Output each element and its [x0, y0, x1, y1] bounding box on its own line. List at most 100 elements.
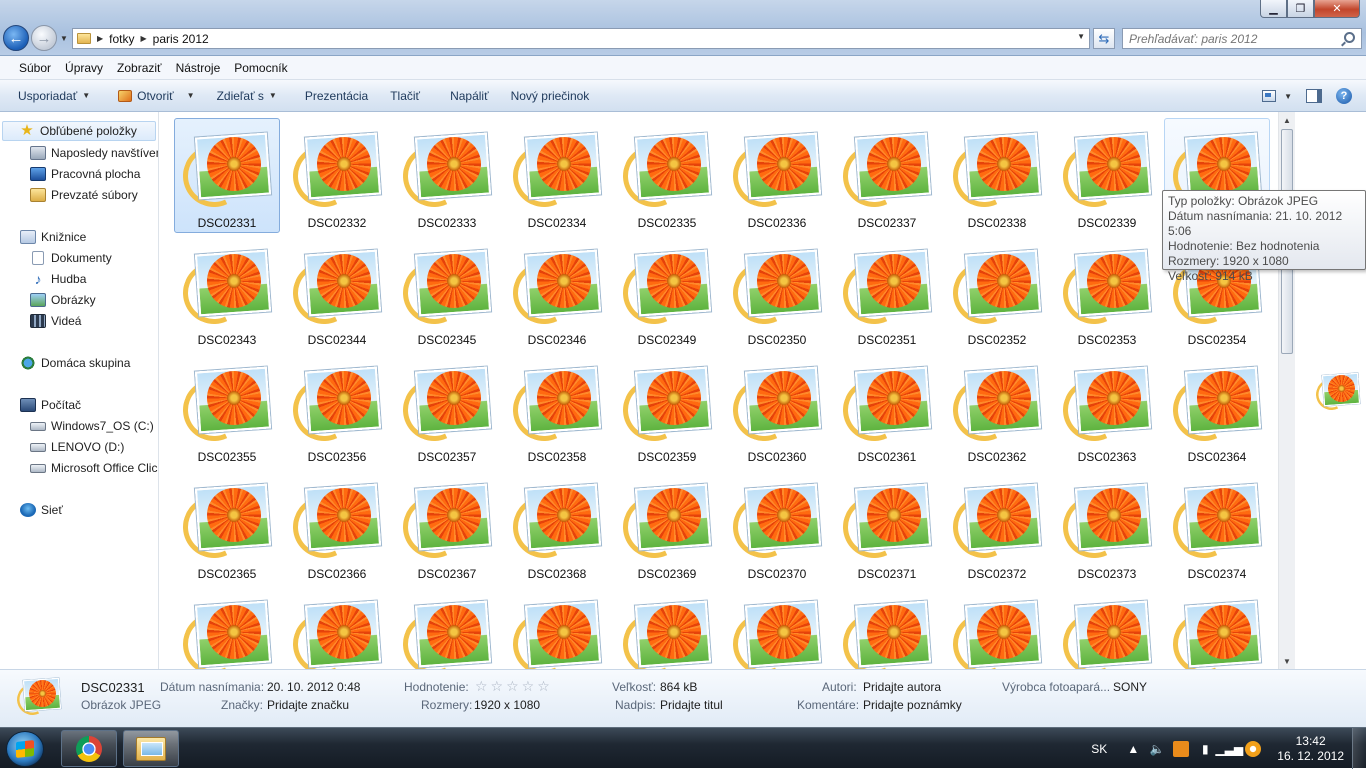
- file-item[interactable]: [394, 586, 500, 669]
- file-item[interactable]: DSC02374: [1164, 469, 1270, 584]
- taskbar-chrome[interactable]: [61, 730, 117, 767]
- recent-pages-dropdown[interactable]: ▼: [60, 34, 68, 43]
- camera-maker-value[interactable]: SONY: [1113, 680, 1147, 694]
- breadcrumb-paris-2012[interactable]: paris 2012: [153, 32, 209, 46]
- nav-downloads[interactable]: Prevzaté súbory: [30, 185, 138, 205]
- clock[interactable]: 13:42 16. 12. 2012: [1277, 734, 1344, 764]
- file-item[interactable]: [284, 586, 390, 669]
- breadcrumb-fotky[interactable]: fotky: [109, 32, 134, 46]
- nav-homegroup[interactable]: Domáca skupina: [20, 353, 130, 373]
- taskbar-explorer[interactable]: [123, 730, 179, 767]
- file-item[interactable]: DSC02355: [174, 352, 280, 467]
- nav-pictures[interactable]: Obrázky: [30, 290, 96, 310]
- scroll-down-icon[interactable]: ▼: [1279, 653, 1295, 669]
- open-button[interactable]: Otvoriť ▼: [110, 80, 202, 111]
- app-tray-icon[interactable]: [1173, 740, 1190, 757]
- file-item[interactable]: DSC02373: [1054, 469, 1160, 584]
- authors-value[interactable]: Pridajte autora: [863, 680, 941, 694]
- nav-favorites[interactable]: ★ Obľúbené položky: [2, 121, 156, 141]
- nav-music[interactable]: ♪ Hudba: [30, 269, 87, 289]
- volume-icon[interactable]: 🔈: [1149, 741, 1165, 757]
- organize-button[interactable]: Usporiadať ▼: [10, 80, 98, 111]
- file-item[interactable]: DSC02346: [504, 235, 610, 350]
- file-item[interactable]: [504, 586, 610, 669]
- file-item[interactable]: DSC02364: [1164, 352, 1270, 467]
- language-indicator[interactable]: SK: [1091, 742, 1107, 756]
- file-item[interactable]: DSC02349: [614, 235, 720, 350]
- show-desktop-button[interactable]: [1352, 728, 1366, 769]
- file-item[interactable]: DSC02339: [1054, 118, 1160, 233]
- file-item[interactable]: DSC02333: [394, 118, 500, 233]
- file-item[interactable]: DSC02366: [284, 469, 390, 584]
- file-item[interactable]: DSC02368: [504, 469, 610, 584]
- tags-value[interactable]: Pridajte značku: [267, 698, 349, 712]
- file-item[interactable]: DSC02344: [284, 235, 390, 350]
- menu-file[interactable]: Súbor: [12, 61, 58, 75]
- file-item[interactable]: [174, 586, 280, 669]
- file-item[interactable]: [724, 586, 830, 669]
- file-item[interactable]: [614, 586, 720, 669]
- print-button[interactable]: Tlačiť: [382, 80, 428, 111]
- start-button[interactable]: [6, 731, 44, 767]
- power-icon[interactable]: ▮: [1197, 741, 1213, 757]
- chevron-right-icon[interactable]: ▶: [141, 34, 147, 43]
- refresh-button[interactable]: ⇆: [1093, 28, 1115, 49]
- file-item[interactable]: [1164, 586, 1270, 669]
- file-item[interactable]: DSC02350: [724, 235, 830, 350]
- file-item[interactable]: DSC02351: [834, 235, 940, 350]
- slideshow-button[interactable]: Prezentácia: [297, 80, 376, 111]
- file-item[interactable]: DSC02362: [944, 352, 1050, 467]
- file-item[interactable]: DSC02358: [504, 352, 610, 467]
- new-folder-button[interactable]: Nový priečinok: [503, 80, 598, 111]
- file-item[interactable]: [834, 586, 940, 669]
- menu-help[interactable]: Pomocník: [227, 61, 294, 75]
- minimize-button[interactable]: ▁: [1260, 0, 1287, 18]
- file-item[interactable]: DSC02359: [614, 352, 720, 467]
- file-item[interactable]: DSC02345: [394, 235, 500, 350]
- signal-bars-icon[interactable]: ▁▃▅: [1215, 741, 1243, 757]
- burn-button[interactable]: Napáliť: [442, 80, 497, 111]
- menu-edit[interactable]: Úpravy: [58, 61, 110, 75]
- file-item[interactable]: DSC02357: [394, 352, 500, 467]
- file-item[interactable]: [1054, 586, 1160, 669]
- forward-button[interactable]: →: [31, 25, 57, 51]
- back-button[interactable]: ←: [3, 25, 29, 51]
- menu-tools[interactable]: Nástroje: [169, 61, 228, 75]
- comments-value[interactable]: Pridajte poznámky: [863, 698, 962, 712]
- address-dropdown-icon[interactable]: ▼: [1077, 32, 1085, 41]
- nav-videos[interactable]: Videá: [30, 311, 81, 331]
- file-item[interactable]: DSC02338: [944, 118, 1050, 233]
- search-box[interactable]: [1122, 28, 1362, 49]
- file-item[interactable]: DSC02352: [944, 235, 1050, 350]
- file-item[interactable]: DSC02370: [724, 469, 830, 584]
- scroll-up-icon[interactable]: ▲: [1279, 112, 1295, 128]
- close-button[interactable]: ✕: [1314, 0, 1360, 18]
- nav-drive-office[interactable]: Microsoft Office Click-to-Run: [30, 458, 158, 478]
- file-item[interactable]: DSC02331: [174, 118, 280, 233]
- file-item[interactable]: DSC02361: [834, 352, 940, 467]
- nav-libraries[interactable]: Knižnice: [20, 227, 86, 247]
- menu-view[interactable]: Zobraziť: [110, 61, 169, 75]
- show-hidden-icons-icon[interactable]: ▲: [1125, 741, 1141, 757]
- search-icon[interactable]: [1344, 32, 1355, 43]
- maximize-button[interactable]: ❐: [1287, 0, 1314, 18]
- rating-stars-icon[interactable]: ☆☆☆☆☆: [475, 678, 553, 695]
- search-input[interactable]: [1123, 31, 1333, 46]
- file-item[interactable]: DSC02372: [944, 469, 1050, 584]
- file-item[interactable]: DSC02367: [394, 469, 500, 584]
- update-icon[interactable]: [1245, 740, 1262, 757]
- nav-recent-places[interactable]: Naposledy navštívené: [30, 143, 158, 163]
- nav-desktop[interactable]: Pracovná plocha: [30, 164, 140, 184]
- file-item[interactable]: DSC02360: [724, 352, 830, 467]
- file-item[interactable]: DSC02371: [834, 469, 940, 584]
- share-button[interactable]: Zdieľať s ▼: [209, 80, 285, 111]
- nav-documents[interactable]: Dokumenty: [30, 248, 112, 268]
- file-item[interactable]: DSC02336: [724, 118, 830, 233]
- date-taken-value[interactable]: 20. 10. 2012 0:48: [267, 680, 360, 694]
- file-item[interactable]: DSC02353: [1054, 235, 1160, 350]
- title-value[interactable]: Pridajte titul: [660, 698, 723, 712]
- nav-drive-c[interactable]: Windows7_OS (C:): [30, 416, 154, 436]
- change-view-button[interactable]: ▼: [1262, 90, 1292, 102]
- address-bar[interactable]: ▶ fotky ▶ paris 2012 ▼: [72, 28, 1090, 49]
- file-item[interactable]: DSC02365: [174, 469, 280, 584]
